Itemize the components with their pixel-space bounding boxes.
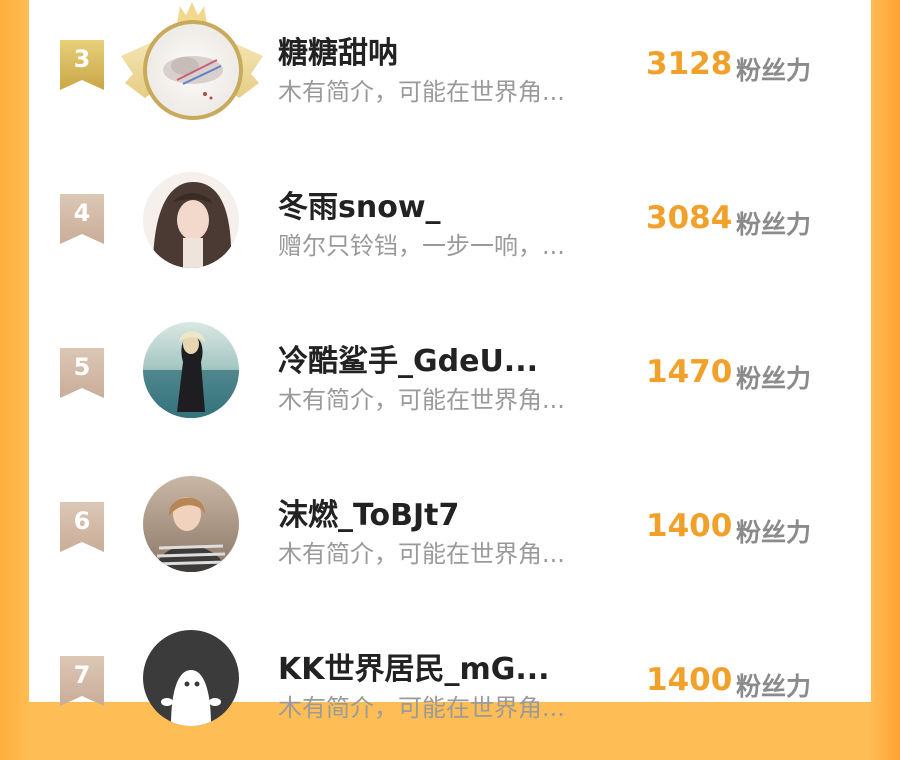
cloud-art-icon <box>163 56 223 100</box>
avatar-image <box>143 322 239 418</box>
rank-badge: 7 <box>60 656 104 706</box>
user-name[interactable]: 沫燃_ToBJt7 <box>278 490 459 534</box>
fan-power-score: 1400 <box>646 662 733 698</box>
avatar[interactable] <box>121 2 263 120</box>
avatar[interactable] <box>143 630 241 728</box>
user-bio: 木有简介，可能在世界角... <box>278 694 565 722</box>
avatar[interactable] <box>143 476 241 574</box>
seaside-girl-icon <box>143 331 239 418</box>
leaderboard-row[interactable]: 6 沫燃_ToBJt7 木有简介，可能在世界角... 1400 粉丝力 <box>29 452 871 606</box>
user-bio: 木有简介，可能在世界角... <box>278 78 565 106</box>
leaderboard-row[interactable]: 3 糖糖甜呐 木有简介，可能在世界角... 3128 粉丝力 <box>29 0 871 144</box>
fan-leaderboard-card: 3 糖糖甜呐 木有简介，可能在世界角... 3128 粉丝力 4 冬雨snow_… <box>29 0 871 726</box>
fan-power-score: 3128 <box>646 46 733 82</box>
leaderboard-row[interactable]: 4 冬雨snow_ 赠尔只铃铛，一步一响，... 3084 粉丝力 <box>29 144 871 298</box>
avatar-image <box>143 630 239 726</box>
user-name[interactable]: 冬雨snow_ <box>278 182 441 226</box>
fan-power-unit: 粉丝力 <box>736 518 812 547</box>
fan-power-unit: 粉丝力 <box>736 672 812 701</box>
girl-portrait-icon <box>153 182 232 268</box>
fan-power-score: 1400 <box>646 508 733 544</box>
rank-badge: 5 <box>60 348 104 398</box>
user-name[interactable]: KK世界居民_mG... <box>278 644 550 688</box>
avatar-image <box>143 172 239 268</box>
rank-badge: 6 <box>60 502 104 552</box>
leaderboard-row[interactable]: 7 KK世界居民_mG... 木有简介，可能在世界角... 1400 粉丝力 <box>29 606 871 760</box>
fan-power-score: 1470 <box>646 354 733 390</box>
user-bio: 赠尔只铃铛，一步一响，... <box>278 232 565 260</box>
ghost-avatar-icon <box>161 670 221 726</box>
avatar[interactable] <box>143 322 241 420</box>
user-name[interactable]: 冷酷鲨手_GdeU... <box>278 336 538 380</box>
user-bio: 木有简介，可能在世界角... <box>278 540 565 568</box>
user-bio: 木有简介，可能在世界角... <box>278 386 565 414</box>
striped-shirt-girl-icon <box>154 497 228 572</box>
rank-badge: 4 <box>60 194 104 244</box>
avatar-image <box>143 476 239 572</box>
fan-power-score: 3084 <box>646 200 733 236</box>
fan-power-unit: 粉丝力 <box>736 364 812 393</box>
leaderboard-row[interactable]: 5 冷酷鲨手_GdeU... 木有简介，可能在世界角... 1470 粉丝力 <box>29 298 871 452</box>
rank-badge: 3 <box>60 40 104 90</box>
user-name[interactable]: 糖糖甜呐 <box>278 28 398 72</box>
fan-power-unit: 粉丝力 <box>736 56 812 85</box>
avatar-image <box>143 20 243 120</box>
avatar[interactable] <box>143 172 241 270</box>
fan-power-unit: 粉丝力 <box>736 210 812 239</box>
